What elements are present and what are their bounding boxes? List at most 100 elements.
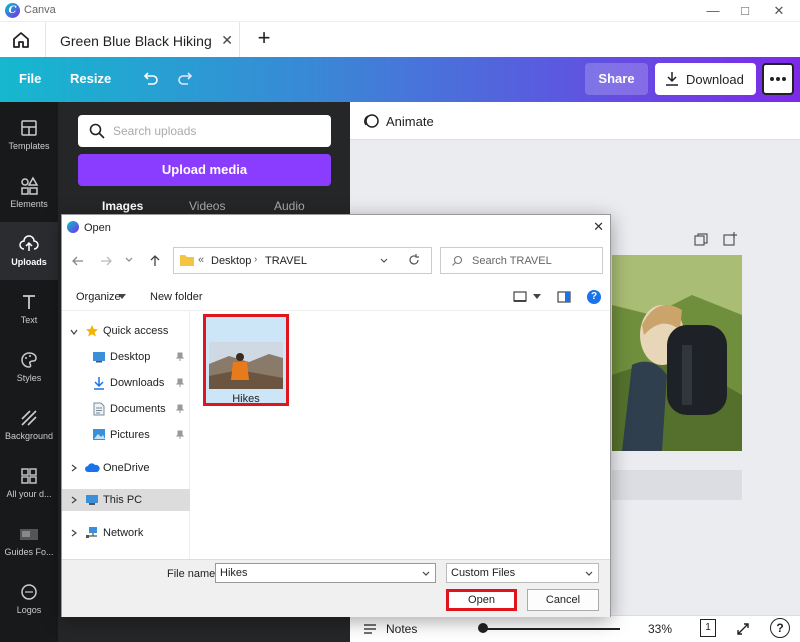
redo-icon[interactable] — [176, 69, 196, 89]
zoom-slider-handle[interactable] — [478, 623, 488, 633]
rail-uploads[interactable]: Uploads — [0, 222, 58, 280]
tab-images[interactable]: Images — [102, 199, 143, 213]
pictures-icon — [92, 428, 106, 441]
nav-documents[interactable]: Documents — [62, 398, 190, 420]
maximize-icon[interactable]: □ — [730, 2, 760, 20]
view-options-icon[interactable] — [513, 291, 527, 303]
view-chevron-icon[interactable] — [533, 294, 541, 300]
rail-templates[interactable]: Templates — [0, 106, 58, 164]
notes-button[interactable]: Notes — [386, 622, 417, 636]
search-uploads-input[interactable]: Search uploads — [78, 115, 331, 147]
folder-icon — [179, 253, 195, 267]
zoom-level[interactable]: 33% — [648, 622, 672, 636]
close-icon[interactable]: ✕ — [764, 2, 794, 20]
rail-label: All your d... — [6, 489, 52, 499]
nav-downloads[interactable]: Downloads — [62, 372, 190, 394]
organize-menu[interactable]: Organize — [76, 291, 121, 303]
file-name: Hikes — [232, 393, 260, 405]
nav-label: Quick access — [103, 325, 169, 337]
preview-pane-icon[interactable] — [557, 291, 571, 303]
refresh-icon[interactable] — [407, 253, 421, 267]
downloads-icon — [93, 376, 105, 390]
animate-button[interactable]: Animate — [386, 114, 434, 129]
dialog-title: Open — [84, 222, 111, 234]
dialog-close-icon[interactable]: ✕ — [593, 219, 604, 235]
navigation-pane: Quick access Desktop Downloads Documents… — [62, 311, 190, 559]
nav-desktop[interactable]: Desktop — [62, 346, 190, 368]
nav-label: This PC — [103, 494, 143, 506]
file-name-value: Hikes — [220, 567, 248, 579]
search-placeholder: Search uploads — [113, 124, 197, 138]
nav-label: Downloads — [110, 377, 165, 389]
nav-label: Network — [103, 527, 144, 539]
path-prefix: « — [198, 254, 205, 266]
fullscreen-icon[interactable] — [735, 621, 751, 637]
duplicate-page-icon[interactable] — [693, 232, 709, 248]
rail-label: Styles — [16, 373, 42, 383]
add-page-icon[interactable] — [722, 231, 738, 247]
new-folder-button[interactable]: New folder — [150, 291, 203, 303]
file-type-select[interactable]: Custom Files — [446, 563, 599, 583]
address-bar[interactable]: « Desktop › TRAVEL — [173, 247, 432, 274]
tab-design[interactable]: Green Blue Black Hiking Fitness ✕ — [45, 22, 240, 57]
dialog-toolbar: Organize New folder ? — [62, 283, 610, 311]
address-dropdown-icon[interactable] — [379, 256, 389, 266]
pin-icon — [176, 352, 184, 362]
nav-pictures[interactable]: Pictures — [62, 424, 190, 446]
breadcrumb-travel[interactable]: TRAVEL — [265, 255, 307, 267]
home-icon[interactable] — [8, 27, 34, 53]
canvas-photo[interactable] — [612, 255, 742, 451]
star-icon — [85, 324, 99, 338]
nav-quick-access[interactable]: Quick access — [62, 320, 190, 342]
zoom-slider[interactable] — [480, 628, 620, 630]
canvas-add-page-strip[interactable] — [612, 470, 742, 500]
file-name-label: File name: — [167, 568, 219, 580]
open-button[interactable]: Open — [446, 589, 517, 611]
nav-network[interactable]: Network — [62, 522, 190, 544]
page-count[interactable]: 1 — [700, 619, 716, 637]
nav-label: Documents — [110, 403, 166, 415]
breadcrumb-desktop[interactable]: Desktop — [211, 255, 251, 267]
help-button[interactable]: ? — [770, 618, 790, 638]
tab-audio[interactable]: Audio — [274, 199, 305, 213]
share-button[interactable]: Share — [585, 63, 648, 95]
rail-logos[interactable]: Logos — [0, 570, 58, 628]
rail-elements[interactable]: Elements — [0, 164, 58, 222]
rail-text[interactable]: Text — [0, 280, 58, 338]
chevron-right-icon — [70, 496, 78, 504]
chevron-down-icon — [70, 328, 78, 336]
resize-button[interactable]: Resize — [70, 71, 111, 86]
recent-locations-chevron-icon[interactable] — [124, 255, 134, 265]
notes-icon — [362, 621, 378, 637]
search-travel-input[interactable]: Search TRAVEL — [440, 247, 603, 274]
tab-close-icon[interactable]: ✕ — [221, 32, 233, 49]
left-rail: Templates Elements Uploads Text Styles B… — [0, 102, 58, 642]
help-icon[interactable]: ? — [587, 290, 601, 304]
rail-styles[interactable]: Styles — [0, 338, 58, 396]
nav-this-pc[interactable]: This PC — [62, 489, 190, 511]
guides-thumbnail-icon — [19, 524, 39, 544]
editor-top-bar: Animate — [350, 102, 800, 140]
rail-all-designs[interactable]: All your d... — [0, 454, 58, 512]
upload-media-button[interactable]: Upload media — [78, 154, 331, 186]
minimize-icon[interactable]: — — [698, 2, 728, 20]
cancel-button[interactable]: Cancel — [527, 589, 599, 611]
documents-icon — [93, 402, 105, 416]
background-icon — [19, 408, 39, 428]
back-arrow-icon[interactable] — [70, 253, 86, 269]
file-name-dropdown-icon[interactable] — [421, 570, 431, 578]
download-button[interactable]: Download — [655, 63, 756, 95]
file-menu[interactable]: File — [19, 71, 41, 86]
up-arrow-icon[interactable] — [147, 253, 163, 269]
file-name-input[interactable]: Hikes — [215, 563, 436, 583]
tab-videos[interactable]: Videos — [189, 199, 225, 213]
rail-background[interactable]: Background — [0, 396, 58, 454]
dialog-footer: File name: Hikes Custom Files Open Cance… — [62, 559, 610, 617]
rail-guides[interactable]: Guides Fo... — [0, 512, 58, 570]
nav-onedrive[interactable]: OneDrive — [62, 457, 190, 479]
forward-arrow-icon[interactable] — [98, 253, 114, 269]
more-options-button[interactable] — [762, 63, 794, 95]
undo-icon[interactable] — [140, 69, 160, 89]
file-item-hikes[interactable]: Hikes — [203, 314, 289, 406]
new-tab-button[interactable]: + — [252, 27, 276, 51]
